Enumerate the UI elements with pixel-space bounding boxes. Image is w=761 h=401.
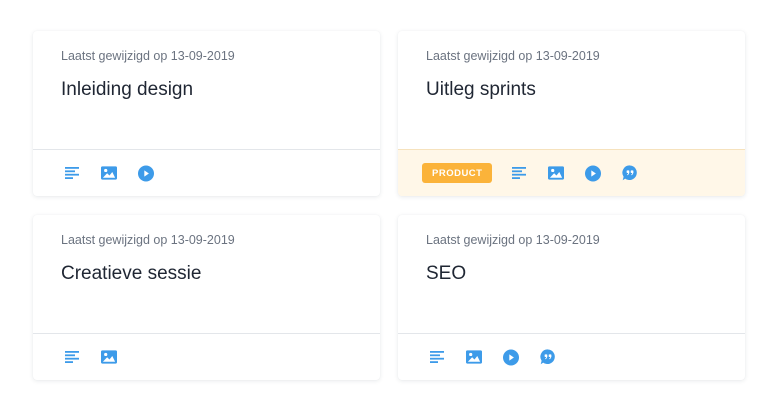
quote-icon [622,165,638,181]
card-body: Laatst gewijzigd op 13-09-2019 SEO [398,215,745,333]
last-modified-text: Laatst gewijzigd op 13-09-2019 [61,233,235,247]
card-body: Laatst gewijzigd op 13-09-2019 Uitleg sp… [398,31,745,149]
card-inleiding-design[interactable]: Laatst gewijzigd op 13-09-2019 Inleiding… [33,31,380,196]
play-icon [138,165,154,181]
text-icon [64,165,80,181]
card-title[interactable]: Inleiding design [61,78,380,102]
card-uitleg-sprints[interactable]: Laatst gewijzigd op 13-09-2019 Uitleg sp… [398,31,745,196]
card-body: Laatst gewijzigd op 13-09-2019 Inleiding… [33,31,380,149]
image-icon [548,165,565,181]
card-creatieve-sessie[interactable]: Laatst gewijzigd op 13-09-2019 Creatieve… [33,215,380,380]
card-footer [398,333,745,380]
image-icon [101,165,117,181]
text-icon [429,349,445,365]
card-seo[interactable]: Laatst gewijzigd op 13-09-2019 SEO [398,215,745,380]
last-modified-text: Laatst gewijzigd op 13-09-2019 [426,233,600,247]
card-title[interactable]: SEO [426,262,745,286]
card-body: Laatst gewijzigd op 13-09-2019 Creatieve… [33,215,380,333]
play-icon [585,165,602,181]
card-title[interactable]: Uitleg sprints [426,78,745,102]
text-icon [511,165,527,181]
card-footer [33,333,380,380]
text-icon [64,349,80,365]
card-title[interactable]: Creatieve sessie [61,262,380,286]
play-icon [503,349,519,365]
product-badge: PRODUCT [422,163,493,183]
image-icon [466,349,482,365]
image-icon [101,349,117,365]
last-modified-text: Laatst gewijzigd op 13-09-2019 [426,49,600,63]
card-footer: PRODUCT [398,149,745,196]
quote-icon [540,349,556,365]
last-modified-text: Laatst gewijzigd op 13-09-2019 [61,49,235,63]
card-footer [33,149,380,196]
